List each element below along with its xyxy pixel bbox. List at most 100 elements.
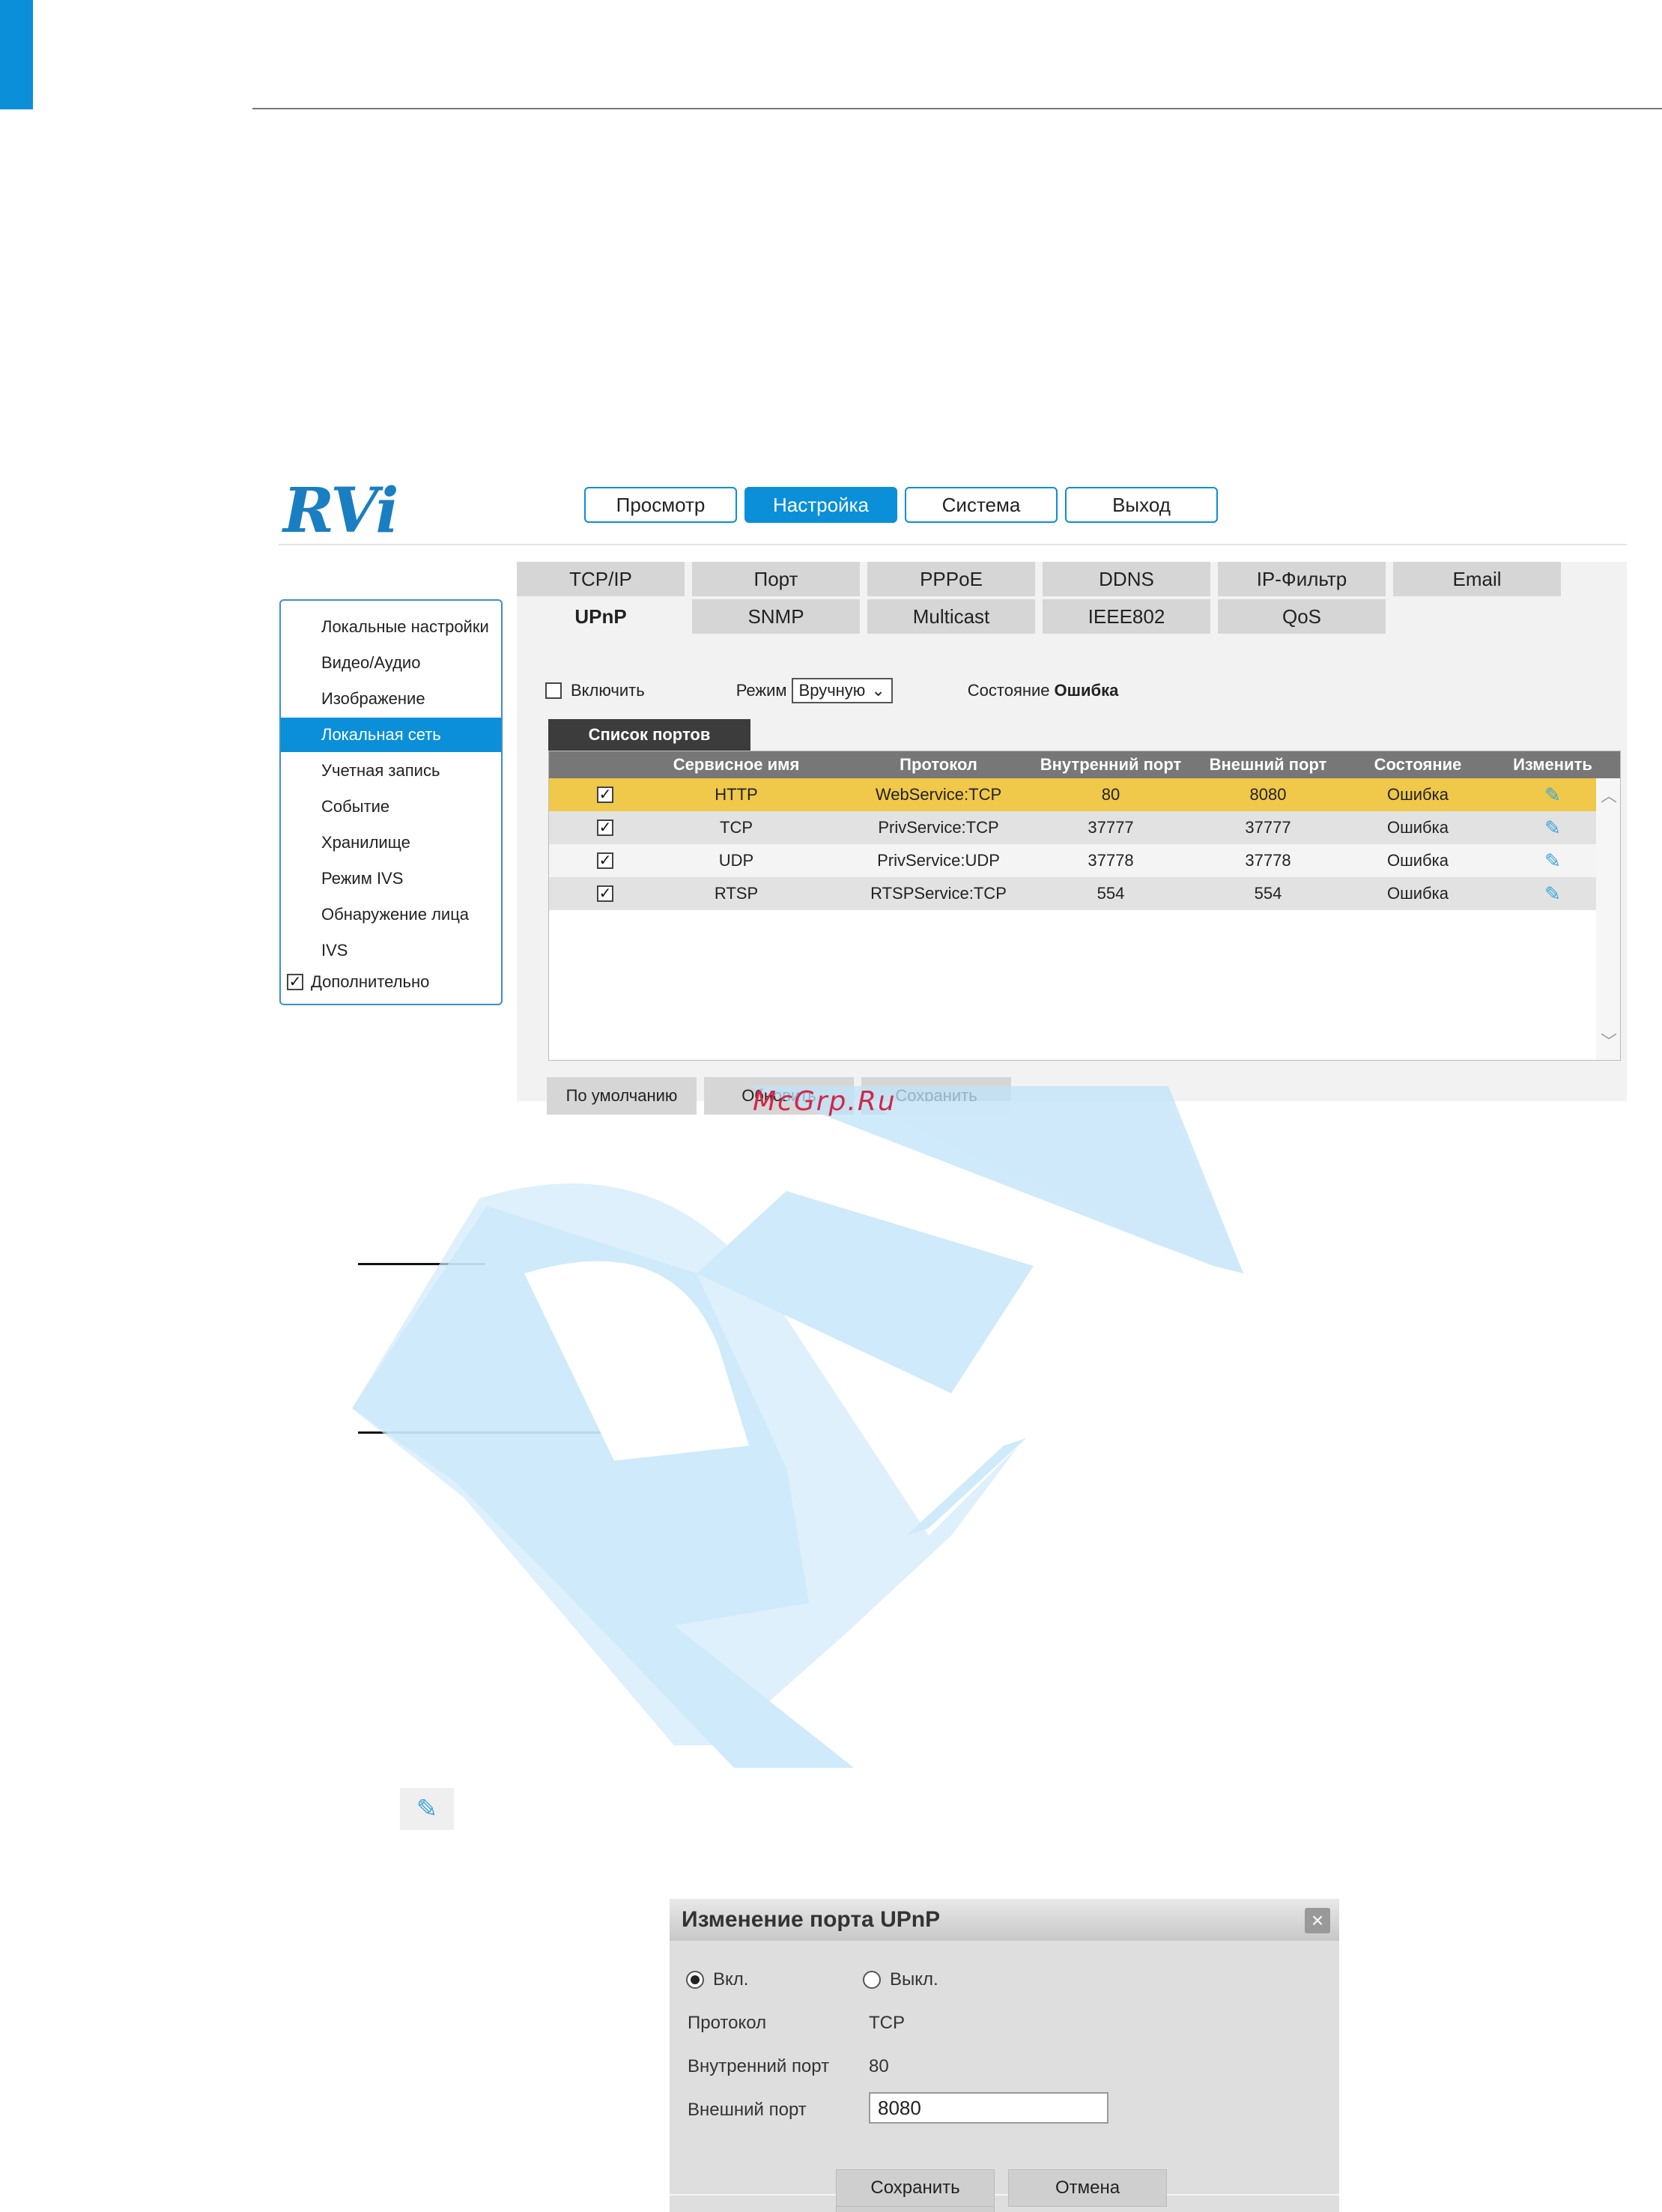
row-external-port: 37778 [1245,851,1291,870]
tab-ddns[interactable]: DDNS [1043,562,1210,596]
external-port-input[interactable]: 8080 [869,2092,1108,2124]
row-state: Ошибка [1387,884,1449,903]
enable-checkbox[interactable] [545,682,562,699]
sidebar-item-local-settings[interactable]: Локальные настройки [281,610,501,644]
row-internal-port: 554 [1097,884,1125,903]
blank-underline-2 [358,1431,658,1434]
rvi-logo: RVi [283,475,399,547]
sidebar-item-storage[interactable]: Хранилище [281,825,501,860]
tab-qos[interactable]: QoS [1218,599,1386,634]
row-protocol: RTSPService:TCP [870,884,1007,903]
col-external-port: Внешний порт [1209,755,1327,774]
tab-upnp[interactable]: UPnP [517,599,685,634]
on-option[interactable]: Вкл. [686,1969,748,1990]
table-scrollbar[interactable]: ︿ ﹀ [1596,778,1620,1060]
row-internal-port: 37777 [1088,818,1134,837]
sidebar-item-event[interactable]: Событие [281,790,501,824]
row-internal-port: 37778 [1088,851,1134,870]
table-row[interactable]: ✓ RTSP RTSPService:TCP 554 554 Ошибка ✎ [549,877,1596,910]
status-label: Состояние [967,681,1050,700]
tab-tcpip[interactable]: TCP/IP [517,562,685,596]
tab-multicast[interactable]: Multicast [867,599,1035,634]
nav-settings-button[interactable]: Настройка [744,487,897,523]
on-radio[interactable] [686,1971,704,1989]
sidebar-item-face-detection[interactable]: Обнаружение лица [281,897,501,932]
internal-port-label: Внутренний порт [688,2056,830,2076]
table-header: Сервисное имя Протокол Внутренний порт В… [549,751,1620,778]
header-divider [279,544,1627,545]
tab-pppoe[interactable]: PPPoE [867,562,1035,596]
row-protocol: PrivService:TCP [878,818,999,837]
sidebar-item-ivs-mode[interactable]: Режим IVS [281,861,501,896]
upnp-port-dialog: Изменение порта UPnP × Вкл. Выкл. Проток… [670,1899,1339,2212]
row-state: Ошибка [1387,818,1449,837]
sidebar-item-advanced[interactable]: ✓ Дополнительно [287,972,429,992]
scroll-down-icon[interactable]: ﹀ [1601,1028,1617,1052]
nav-logout-button[interactable]: Выход [1065,487,1218,523]
pencil-icon[interactable]: ✎ [1493,877,1613,910]
col-internal-port: Внутренний порт [1040,755,1182,774]
upnp-options: Включить Режим Вручную ⌄ Состояние Ошибк… [545,678,1118,703]
internal-port-value: 80 [869,2056,889,2076]
sidebar-item-account[interactable]: Учетная запись [281,754,501,788]
sidebar-item-image[interactable]: Изображение [281,682,501,716]
pencil-icon[interactable]: ✎ [1493,778,1613,811]
dialog-cancel-button[interactable]: Отмена [1008,2169,1167,2207]
sidebar: Локальные настройки Видео/Аудио Изображе… [279,599,503,1005]
row-checkbox[interactable]: ✓ [597,885,613,902]
settings-panel: TCP/IP Порт PPPoE DDNS IP-Фильтр Email U… [517,562,1627,1115]
dialog-save-button[interactable]: Сохранить [836,2169,995,2207]
page-corner-marker [0,0,33,109]
sidebar-item-ivs[interactable]: IVS [281,933,501,968]
col-service-name: Сервисное имя [673,755,800,774]
col-state: Состояние [1374,755,1462,774]
tab-snmp[interactable]: SNMP [692,599,860,634]
header-rule [252,108,1662,109]
table-row[interactable]: ✓ HTTP WebService:TCP 80 8080 Ошибка ✎ [549,778,1596,811]
port-table: Сервисное имя Протокол Внутренний порт В… [548,751,1621,1061]
tab-ip-filter[interactable]: IP-Фильтр [1218,562,1386,596]
row-internal-port: 80 [1101,785,1120,804]
row-service-name: UDP [718,851,754,870]
on-label: Вкл. [713,1969,749,1990]
sidebar-item-video-audio[interactable]: Видео/Аудио [281,646,501,680]
dialog-title: Изменение порта UPnP [670,1899,1339,1941]
off-option[interactable]: Выкл. [863,1969,938,1990]
advanced-label: Дополнительно [311,972,430,991]
off-label: Выкл. [890,1969,938,1990]
row-checkbox[interactable]: ✓ [597,787,613,803]
close-icon[interactable]: × [1305,1908,1330,1933]
row-checkbox[interactable]: ✓ [597,819,613,836]
table-row[interactable]: ✓ UDP PrivService:UDP 37778 37778 Ошибка… [549,844,1596,877]
pencil-icon[interactable]: ✎ [1493,844,1613,877]
mode-select-value: Вручную [798,681,866,700]
tab-ieee802[interactable]: IEEE802 [1043,599,1210,634]
tab-port[interactable]: Порт [692,562,860,596]
nav-system-button[interactable]: Система [905,487,1058,523]
advanced-checkbox[interactable]: ✓ [287,974,303,990]
nav-view-button[interactable]: Просмотр [584,487,737,523]
status-value: Ошибка [1054,681,1119,700]
default-button[interactable]: По умолчанию [547,1077,697,1115]
mode-label: Режим [736,681,787,700]
row-checkbox[interactable]: ✓ [597,852,613,869]
off-radio[interactable] [863,1971,881,1989]
protocol-value: TCP [869,2013,905,2033]
sidebar-item-network[interactable]: Локальная сеть [281,718,501,752]
col-edit: Изменить [1513,755,1592,774]
enable-label: Включить [571,681,645,700]
mode-select[interactable]: Вручную ⌄ [791,678,893,703]
pencil-icon[interactable]: ✎ [1493,811,1613,844]
protocol-label: Протокол [688,2013,767,2033]
edit-pencil-icon: ✎ [400,1788,454,1830]
row-service-name: TCP [720,818,753,837]
row-service-name: HTTP [715,785,758,804]
tab-email[interactable]: Email [1393,562,1561,596]
table-row[interactable]: ✓ TCP PrivService:TCP 37777 37777 Ошибка… [549,811,1596,844]
row-service-name: RTSP [714,884,759,903]
watermark-text: McGrp.Ru [753,1086,897,1117]
scroll-up-icon[interactable]: ︿ [1601,783,1617,807]
port-list-tab[interactable]: Список портов [548,719,750,751]
row-external-port: 554 [1254,884,1282,903]
row-external-port: 8080 [1249,785,1287,804]
